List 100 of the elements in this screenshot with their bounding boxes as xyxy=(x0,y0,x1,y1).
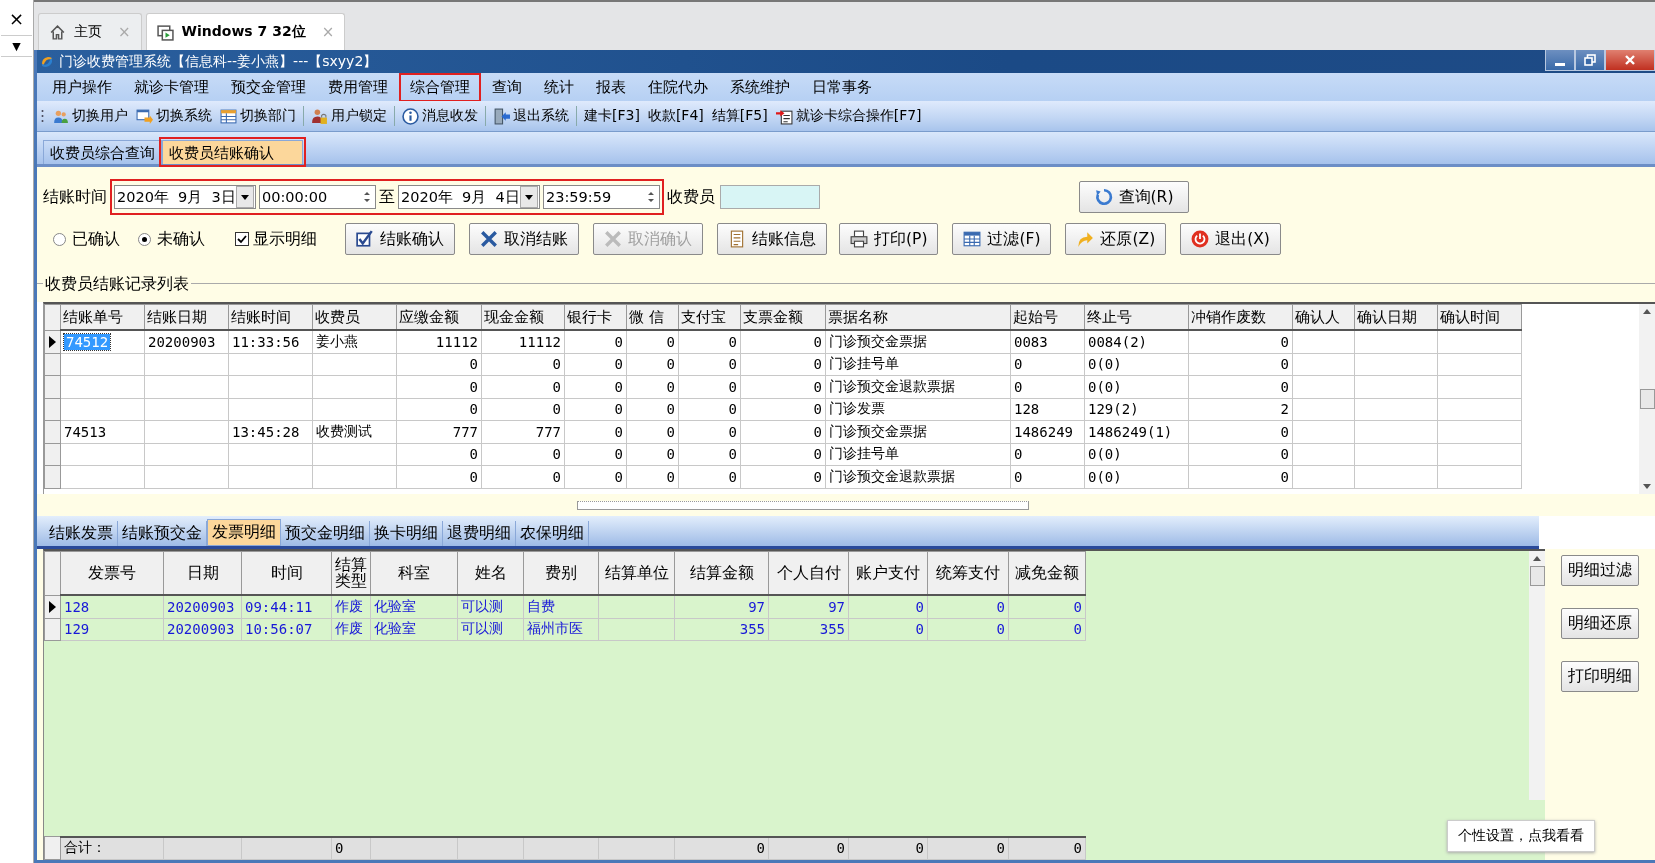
table-cell: 门诊预交金票据 xyxy=(829,332,927,349)
tab[interactable]: 发票明细 xyxy=(207,519,281,546)
table-cell: 0 xyxy=(469,468,478,485)
table-cell: 可以测 xyxy=(461,620,503,637)
tab[interactable]: 结账发票 xyxy=(45,521,118,546)
menu-item[interactable]: 用户操作 xyxy=(41,72,123,102)
browser-tab[interactable]: Windows 7 32位 × xyxy=(145,13,346,50)
column-header: 账户支付 xyxy=(848,551,928,595)
date-picker[interactable]: 2020年 9月 4日 xyxy=(398,185,540,209)
toolbar-label: 切换用户 xyxy=(72,107,128,125)
tab[interactable]: 换卡明细 xyxy=(370,521,443,546)
table-cell: 777 xyxy=(452,423,478,440)
field-label: 结账时间 xyxy=(43,186,107,208)
action-button[interactable]: 还原(Z) xyxy=(1065,223,1167,255)
side-button[interactable]: 明细还原 xyxy=(1561,608,1639,639)
group-title: 收费员结账记录列表 xyxy=(43,274,191,295)
monitor-icon xyxy=(156,23,174,41)
curved-arrow-icon xyxy=(1076,230,1095,248)
scroll-thumb[interactable] xyxy=(1639,389,1655,409)
table-cell: 0 xyxy=(813,423,822,440)
dropdown-button[interactable]: ▼ xyxy=(1,35,32,57)
menu-item[interactable]: 查询 xyxy=(481,72,533,102)
menu-item[interactable]: 系统维护 xyxy=(719,72,801,102)
table-cell: 姜小燕 xyxy=(316,332,358,349)
column-header: 发票号 xyxy=(60,551,164,595)
date-picker[interactable]: 2020年 9月 3日 xyxy=(114,185,256,209)
power-icon xyxy=(1191,230,1210,248)
time-spinner[interactable]: 00:00:00 xyxy=(259,185,376,209)
down-arrow-icon[interactable] xyxy=(1643,484,1651,489)
query-button[interactable]: 查询(R) xyxy=(1079,181,1189,213)
menu-item[interactable]: 住院代办 xyxy=(637,72,719,102)
menu-item[interactable]: 费用管理 xyxy=(317,72,399,102)
document-icon xyxy=(728,230,746,248)
checkbox[interactable]: 显示明细 xyxy=(235,228,317,250)
side-button[interactable]: 明细过滤 xyxy=(1561,555,1639,586)
time-spinner[interactable]: 23:59:59 xyxy=(543,185,660,209)
menu-item[interactable]: 统计 xyxy=(533,72,585,102)
close-icon xyxy=(1624,54,1636,66)
table-cell: 0 xyxy=(552,446,561,463)
browser-tab[interactable]: 主页 × xyxy=(38,13,142,50)
column-header: 微 信 xyxy=(626,304,679,330)
side-button[interactable]: 打印明细 xyxy=(1561,661,1639,692)
total-cell: 0 xyxy=(915,840,924,857)
column-header: 确认时间 xyxy=(1437,304,1522,330)
column-header: 终止号 xyxy=(1084,304,1189,330)
column-header: 冲销作废数 xyxy=(1188,304,1293,330)
scroll-thumb[interactable] xyxy=(1529,566,1545,586)
restore-button[interactable] xyxy=(1575,50,1605,71)
table-cell: 128 xyxy=(64,598,90,615)
close-glyph[interactable]: × xyxy=(8,8,25,29)
checkbox-icon xyxy=(356,230,374,248)
tab[interactable]: 农保明细 xyxy=(516,521,589,546)
table-cell: 0 xyxy=(469,446,478,463)
toolbar-label: 切换部门 xyxy=(240,107,296,125)
up-arrow-icon[interactable] xyxy=(1643,309,1651,314)
menu-item[interactable]: 就诊卡管理 xyxy=(123,72,220,102)
column-header: 日期 xyxy=(163,551,242,595)
action-button[interactable]: 结账确认 xyxy=(345,223,455,255)
scrollbar[interactable] xyxy=(1639,304,1655,494)
table-cell: 0 xyxy=(614,401,623,418)
tooltip[interactable]: 个性设置，点我看看 xyxy=(1447,820,1595,852)
action-button[interactable]: 取消结账 xyxy=(469,223,579,255)
toolbar-button[interactable]: 切换部门 xyxy=(216,107,300,125)
scrollbar[interactable] xyxy=(1529,551,1545,800)
cashier-field[interactable] xyxy=(720,185,820,209)
menu-item[interactable]: 预交金管理 xyxy=(220,72,317,102)
table-cell: 0(0) xyxy=(1088,446,1122,463)
table-cell: 0 xyxy=(813,333,822,350)
splitter-handle[interactable] xyxy=(577,500,1029,510)
toolbar-button[interactable]: 退出系统 xyxy=(489,107,573,125)
tab[interactable]: 退费明细 xyxy=(443,521,516,546)
menu-item[interactable]: 报表 xyxy=(585,72,637,102)
action-button[interactable]: 过滤(F) xyxy=(952,223,1052,255)
column-header: 收费员 xyxy=(312,304,397,330)
column-header: 结算单位 xyxy=(598,551,675,595)
tab[interactable]: 预交金明细 xyxy=(281,521,370,546)
action-button[interactable]: 结账信息 xyxy=(717,223,827,255)
up-arrow-icon[interactable] xyxy=(1533,556,1541,561)
action-button[interactable]: 退出(X) xyxy=(1180,223,1281,255)
column-header: 确认人 xyxy=(1292,304,1355,330)
minimize-button[interactable] xyxy=(1545,50,1575,71)
radio-button[interactable]: 已确认 xyxy=(53,228,120,250)
toolbar-button[interactable]: 切换系统 xyxy=(132,107,216,125)
radio-button[interactable]: 未确认 xyxy=(138,228,205,250)
toolbar-button[interactable]: 消息收发 xyxy=(398,107,482,125)
table-cell: 0084(2) xyxy=(1088,333,1147,350)
table-cell: 97 xyxy=(748,598,765,615)
close-button[interactable] xyxy=(1605,50,1655,71)
toolbar-button[interactable]: 就诊卡综合操作[F7] xyxy=(771,107,926,125)
action-button[interactable]: 打印(P) xyxy=(839,223,939,255)
menu-item[interactable]: 日常事务 xyxy=(801,72,883,102)
toolbar-button[interactable]: 用户锁定 xyxy=(307,107,391,125)
table-cell: 作废 xyxy=(335,597,363,614)
toolbar-button[interactable]: 切换用户 xyxy=(48,107,132,125)
table-cell: 0 xyxy=(552,401,561,418)
table-cell: 化验室 xyxy=(374,597,416,614)
table-cell: 2 xyxy=(1280,401,1289,418)
table-cell: 0 xyxy=(1280,356,1289,373)
tab[interactable]: 收费员结账确认 xyxy=(162,140,303,164)
table-cell: 11:33:56 xyxy=(232,333,300,350)
